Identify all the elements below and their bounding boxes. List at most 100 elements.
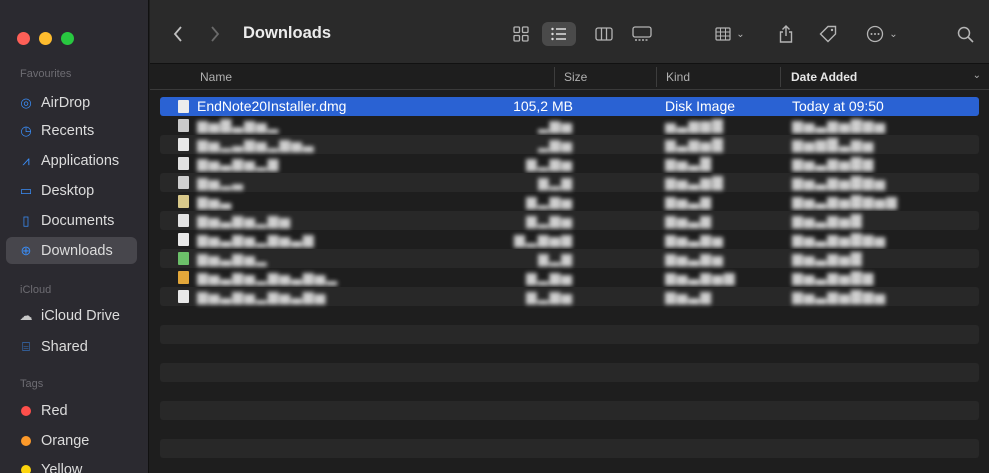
search-icon — [957, 26, 974, 43]
sidebar: Favourites ◎ AirDrop ◷ Recents ⩘ Applica… — [0, 0, 149, 473]
file-icon — [178, 233, 189, 246]
redacted-file-date: ▆▅▃▆▅▇ — [792, 212, 863, 228]
sidebar-item-recents[interactable]: ◷ Recents — [6, 117, 137, 144]
redacted-file-name: ▆▅▇▃▆▅▂ — [197, 117, 280, 133]
table-row-redacted[interactable]: ▆▅▃▆▅▂ ▆▂▆ ▆▅▃▆▅ ▆▅▃▆▅▇ — [160, 249, 979, 268]
window-controls — [17, 32, 74, 45]
group-by-button[interactable]: ⌄ — [710, 22, 750, 46]
table-row[interactable]: EndNote20Installer.dmg 105,2 MB Disk Ima… — [160, 97, 979, 116]
sidebar-item-downloads[interactable]: ⊕ Downloads — [6, 237, 137, 264]
column-view-button[interactable] — [590, 22, 618, 46]
applications-icon: ⩘ — [22, 152, 30, 168]
icloud-section-label: iCloud — [20, 284, 52, 296]
download-icon: ⊕ — [20, 242, 32, 258]
redacted-file-name: ▆▅▃ — [197, 193, 233, 209]
redacted-file-name: ▆▅▃▆▅▂▆▅▃▆▅ — [197, 288, 327, 304]
share-button[interactable] — [776, 22, 796, 46]
file-icon — [178, 176, 189, 189]
action-menu-button[interactable]: ⌄ — [862, 22, 902, 46]
redacted-file-name: ▆▅▃▆▅▂ — [197, 250, 268, 266]
redacted-file-size: ▆▂▆▅ — [525, 155, 573, 171]
sidebar-item-desktop[interactable]: ▭ Desktop — [6, 177, 137, 204]
redacted-file-date: ▆▅▃▆▅▇▆▅ — [792, 231, 887, 247]
column-header-name[interactable]: Name — [200, 70, 232, 84]
column-divider[interactable] — [780, 67, 781, 87]
sidebar-item-label: Documents — [41, 212, 115, 229]
file-icon — [178, 138, 189, 151]
empty-row — [160, 420, 979, 439]
redacted-file-size: ▆▂▆▅ — [525, 212, 573, 228]
redacted-file-kind: ▆▅▃▇ — [665, 155, 713, 171]
sidebar-item-label: Downloads — [41, 242, 113, 259]
tags-section-label: Tags — [20, 378, 44, 390]
sidebar-item-documents[interactable]: ▯ Documents — [6, 207, 137, 234]
redacted-file-size: ▆▂▆ — [537, 250, 573, 266]
redacted-file-size: ▂▆▅ — [537, 117, 573, 133]
icon-view-button[interactable] — [507, 22, 535, 46]
redacted-file-name: ▆▅▃▆▅▂▆▅▃▆ — [197, 231, 315, 247]
sidebar-item-label: Orange — [41, 432, 90, 449]
clock-icon: ◷ — [20, 122, 32, 138]
chevron-down-icon: ⌄ — [736, 28, 745, 40]
disk-image-file-icon — [178, 100, 189, 113]
back-button[interactable] — [170, 22, 186, 46]
redacted-file-kind: ▆▃▆▅▇ — [665, 136, 724, 152]
sidebar-tag-red[interactable]: Red — [6, 397, 137, 424]
sort-chevron-icon[interactable]: ⌄ — [973, 70, 981, 81]
sidebar-item-shared[interactable]: ⌸ Shared — [6, 333, 137, 360]
more-icon — [867, 25, 884, 43]
redacted-file-kind: ▆▅▃▆ — [665, 212, 713, 228]
column-header-size[interactable]: Size — [564, 70, 587, 84]
chevron-right-icon — [211, 26, 220, 42]
table-row-redacted[interactable]: ▆▅▃▆▅▂▆▅▃▆▅ ▆▂▆▅ ▆▅▃▆ ▆▅▃▆▅▇▆▅ — [160, 287, 979, 306]
sidebar-item-airdrop[interactable]: ◎ AirDrop — [6, 89, 137, 116]
shared-folder-icon: ⌸ — [22, 338, 30, 354]
table-row-redacted[interactable]: ▆▅▃▆▅▂▆▅▃▆ ▆▂▆▅▆ ▆▅▃▆▅ ▆▅▃▆▅▇▆▅ — [160, 230, 979, 249]
table-row-redacted[interactable]: ▆▅▃▆▅▂▆▅▃▆▅▂ ▆▂▆▅ ▆▅▃▆▅▆ ▆▅▃▆▅▇▆ — [160, 268, 979, 287]
redacted-file-name: ▆▅▂▃▆▅▂▆▅▃ — [197, 136, 315, 152]
table-row-redacted[interactable]: ▆▅▃▆▅▂▆▅ ▆▂▆▅ ▆▅▃▆ ▆▅▃▆▅▇ — [160, 211, 979, 230]
list-view-button[interactable] — [542, 22, 576, 46]
column-divider[interactable] — [554, 67, 555, 87]
sidebar-tag-orange[interactable]: Orange — [6, 427, 137, 454]
redacted-file-kind: ▆▅▃▆▇ — [665, 174, 724, 190]
sidebar-tag-yellow[interactable]: Yellow — [6, 456, 137, 473]
sidebar-item-applications[interactable]: ⩘ Applications — [6, 147, 137, 174]
file-icon — [178, 157, 189, 170]
table-row-redacted[interactable]: ▆▅▃ ▆▂▆▅ ▆▅▃▆ ▆▅▃▆▅▇▆▅▆ — [160, 192, 979, 211]
table-row-redacted[interactable]: ▆▅▂▃▆▅▂▆▅▃ ▂▆▅ ▆▃▆▅▇ ▆▅▆▇▃▆▅ — [160, 135, 979, 154]
redacted-file-kind: ▆▅▃▆▅▆ — [665, 269, 736, 285]
forward-button[interactable] — [207, 22, 223, 46]
edit-tags-button[interactable] — [817, 22, 839, 46]
red-tag-dot-icon — [21, 405, 31, 416]
yellow-tag-dot-icon — [21, 464, 31, 473]
redacted-file-date: ▆▅▃▆▅▇ — [792, 250, 863, 266]
chevron-down-icon: ⌄ — [889, 28, 898, 40]
cloud-icon: ☁ — [19, 307, 33, 323]
table-row-redacted[interactable]: ▆▅▃▆▅▂▆ ▆▂▆▅ ▆▅▃▇ ▆▅▃▆▅▇▆ — [160, 154, 979, 173]
empty-row — [160, 363, 979, 382]
column-divider[interactable] — [656, 67, 657, 87]
file-list: EndNote20Installer.dmg 105,2 MB Disk Ima… — [160, 97, 979, 458]
sidebar-item-icloud-drive[interactable]: ☁ iCloud Drive — [6, 302, 137, 329]
zoom-window-button[interactable] — [61, 32, 74, 45]
airdrop-icon: ◎ — [20, 94, 32, 110]
redacted-file-name: ▆▅▂▃ — [197, 174, 245, 190]
sidebar-item-label: iCloud Drive — [41, 307, 120, 324]
search-button[interactable] — [954, 22, 976, 46]
redacted-file-size: ▆▂▆▅▆ — [514, 231, 573, 247]
file-icon — [178, 119, 189, 132]
redacted-file-name: ▆▅▃▆▅▂▆▅▃▆▅▂ — [197, 269, 339, 285]
column-header-date-added[interactable]: Date Added — [791, 70, 857, 84]
minimize-window-button[interactable] — [39, 32, 52, 45]
column-header-kind[interactable]: Kind — [666, 70, 690, 84]
redacted-file-date: ▆▅▃▆▅▇▆ — [792, 269, 875, 285]
close-window-button[interactable] — [17, 32, 30, 45]
redacted-file-size: ▂▆▅ — [537, 136, 573, 152]
gallery-view-button[interactable] — [628, 22, 656, 46]
redacted-file-date: ▆▅▆▇▃▆▅ — [792, 136, 875, 152]
empty-row — [160, 325, 979, 344]
table-row-redacted[interactable]: ▆▅▂▃ ▆▂▆ ▆▅▃▆▇ ▆▅▃▆▅▇▆▅ — [160, 173, 979, 192]
table-row-redacted[interactable]: ▆▅▇▃▆▅▂ ▂▆▅ ▅▃▆▆▇ ▆▅▃▆▅▇▆▅ — [160, 116, 979, 135]
sidebar-item-label: Shared — [41, 338, 88, 355]
